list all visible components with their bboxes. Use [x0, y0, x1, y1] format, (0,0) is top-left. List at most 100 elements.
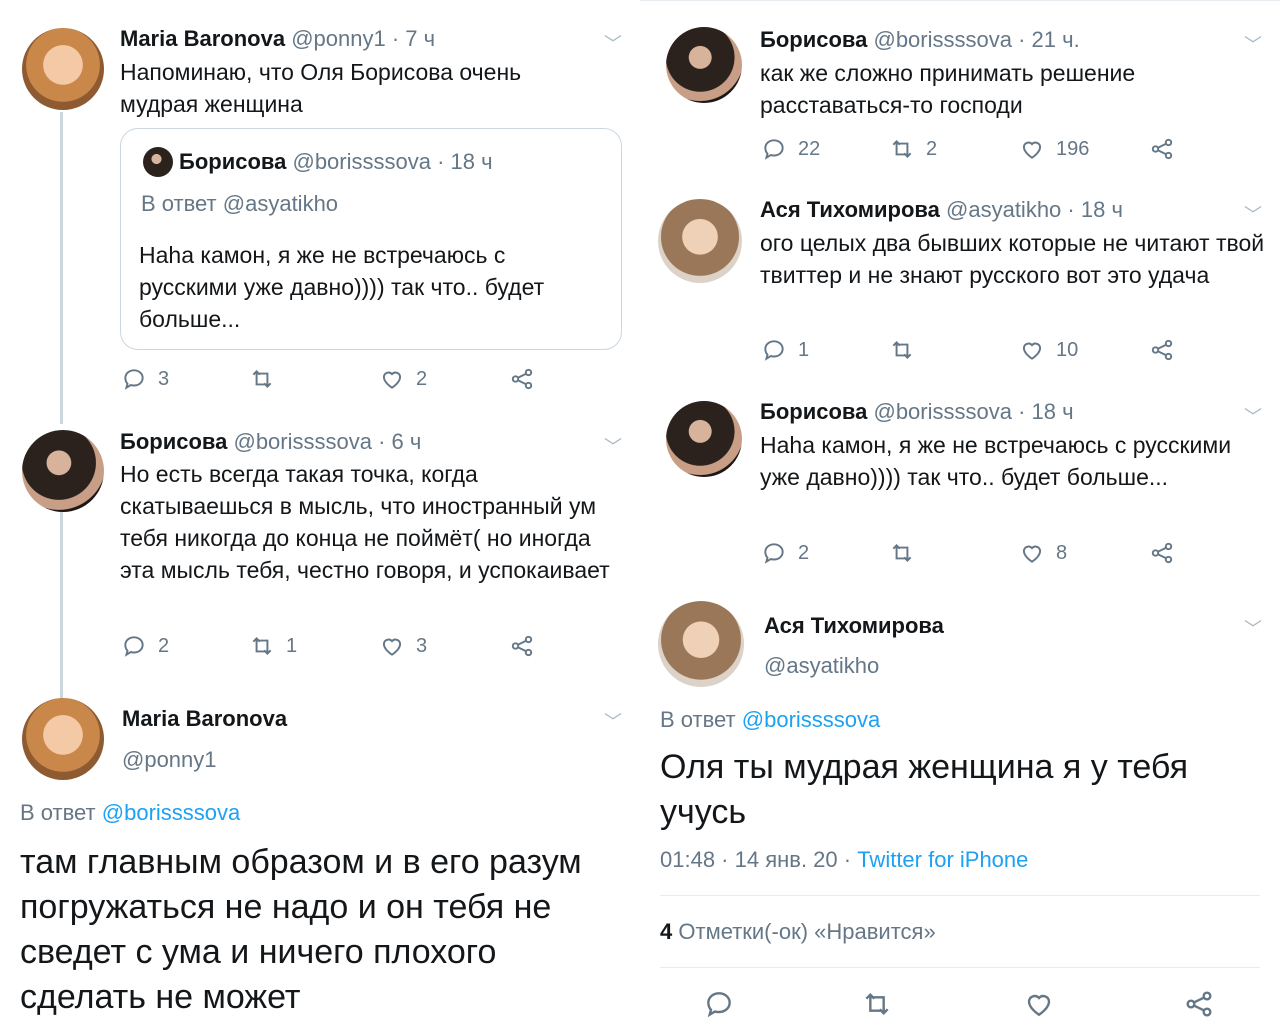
- reply-prefix: В ответ: [141, 191, 217, 216]
- reply-handle-link[interactable]: @borissssova: [742, 707, 881, 732]
- share-icon: [508, 632, 536, 660]
- chevron-down-icon[interactable]: ﹀: [604, 433, 622, 459]
- avatar[interactable]: [658, 601, 744, 687]
- reply-button[interactable]: 22: [760, 135, 820, 163]
- reply-button[interactable]: 2: [120, 632, 169, 660]
- right-screenshot: Борисова @borissssova · 21 ч. ﹀ как же с…: [640, 0, 1280, 1027]
- reply-count: 3: [158, 367, 170, 390]
- author-handle[interactable]: @asyatikho: [764, 653, 879, 679]
- tweet-text: ого целых два бывших которые не читают т…: [760, 230, 1265, 288]
- share-icon: [508, 365, 536, 393]
- retweet-icon: [888, 539, 916, 567]
- author-handle[interactable]: @borissssova: [873, 27, 1012, 52]
- tweet[interactable]: Борисова @borissssova · 18 ч ﹀ Haha камо…: [640, 391, 1280, 591]
- reply-button[interactable]: 1: [760, 336, 809, 364]
- chevron-down-icon[interactable]: ﹀: [604, 30, 622, 56]
- like-button[interactable]: 8: [1018, 539, 1067, 567]
- reply-button[interactable]: 3: [120, 365, 169, 393]
- reply-handle-link[interactable]: @borissssova: [102, 800, 241, 825]
- retweet-count: 1: [286, 634, 298, 657]
- like-button[interactable]: 10: [1018, 336, 1078, 364]
- quoted-tweet-header: Борисова @borissssova · 18 ч: [179, 149, 493, 175]
- like-button[interactable]: 2: [378, 365, 427, 393]
- retweet-button[interactable]: [248, 365, 286, 393]
- avatar[interactable]: [666, 27, 742, 103]
- avatar[interactable]: [658, 199, 742, 283]
- quoted-text: Haha камон, я же не встречаюсь с русским…: [139, 242, 545, 332]
- tweet-timestamp[interactable]: 01:48 · 14 янв. 20 ·: [660, 847, 851, 872]
- avatar[interactable]: [666, 401, 742, 477]
- tweet-text: как же сложно принимать решение расстава…: [760, 60, 1136, 118]
- tweet-header: Борисова @borissssova · 21 ч.: [760, 27, 1080, 53]
- share-button[interactable]: [1182, 987, 1216, 1021]
- share-button[interactable]: [1148, 539, 1176, 567]
- chevron-down-icon[interactable]: ﹀: [1244, 201, 1262, 227]
- retweet-icon: [860, 987, 894, 1021]
- share-button[interactable]: [508, 365, 536, 393]
- author-name[interactable]: Борисова: [120, 429, 227, 454]
- tweet[interactable]: Борисова @borissssova · 6 ч ﹀ Но есть вс…: [0, 420, 640, 690]
- tweet-time: · 18 ч: [437, 149, 493, 174]
- avatar[interactable]: [22, 28, 104, 110]
- tweet-text: Напоминаю, что Оля Борисова очень мудрая…: [120, 59, 522, 117]
- author-name[interactable]: Ася Тихомирова: [764, 613, 944, 639]
- chevron-down-icon[interactable]: ﹀: [1244, 31, 1262, 57]
- author-name[interactable]: Maria Baronova: [122, 706, 287, 732]
- tweet-text: там главным образом и в его разум погруж…: [20, 843, 582, 1016]
- author-handle[interactable]: @borissssova: [873, 399, 1012, 424]
- heart-icon: [1018, 336, 1046, 364]
- chevron-down-icon[interactable]: ﹀: [604, 708, 622, 734]
- author-name[interactable]: Ася Тихомирова: [760, 197, 940, 222]
- heart-icon: [378, 365, 406, 393]
- tweet[interactable]: Борисова @borissssova · 21 ч. ﹀ как же с…: [640, 1, 1280, 181]
- retweet-icon: [888, 336, 916, 364]
- retweet-button[interactable]: [888, 336, 926, 364]
- likes-summary[interactable]: 4 Отметки(-ок) «Нравится»: [660, 919, 936, 945]
- divider: [660, 895, 1260, 896]
- tweet-header: Maria Baronova @ponny1 · 7 ч: [120, 26, 435, 52]
- author-name[interactable]: Maria Baronova: [120, 26, 285, 51]
- focused-tweet: Maria Baronova @ponny1 ﹀ В ответ @boriss…: [0, 690, 640, 1026]
- chevron-down-icon[interactable]: ﹀: [1244, 615, 1262, 641]
- like-button[interactable]: 3: [378, 632, 427, 660]
- share-button[interactable]: [1148, 135, 1176, 163]
- like-button[interactable]: [1022, 987, 1056, 1021]
- author-name[interactable]: Борисова: [760, 399, 867, 424]
- share-icon: [1182, 987, 1216, 1021]
- author-handle[interactable]: @borissssova: [233, 429, 372, 454]
- tweet-text: Но есть всегда такая точка, когда скатыв…: [120, 461, 610, 583]
- heart-icon: [1018, 539, 1046, 567]
- author-handle[interactable]: @ponny1: [122, 747, 217, 773]
- reply-count: 2: [798, 541, 810, 564]
- left-screenshot: Maria Baronova @ponny1 · 7 ч ﹀ Напоминаю…: [0, 0, 640, 1026]
- share-button[interactable]: [508, 632, 536, 660]
- tweet-time: · 21 ч.: [1018, 27, 1080, 52]
- share-button[interactable]: [1148, 336, 1176, 364]
- author-handle[interactable]: @ponny1: [291, 26, 386, 51]
- retweet-icon: [248, 365, 276, 393]
- avatar[interactable]: [22, 430, 104, 512]
- retweet-button[interactable]: [860, 987, 894, 1021]
- quoted-tweet[interactable]: Борисова @borissssova · 18 ч В ответ @as…: [120, 128, 622, 350]
- retweet-button[interactable]: [888, 539, 926, 567]
- like-button[interactable]: 196: [1018, 135, 1089, 163]
- avatar[interactable]: [22, 698, 104, 780]
- reply-button[interactable]: 2: [760, 539, 809, 567]
- tweet-header: Борисова @borissssova · 18 ч: [760, 399, 1074, 425]
- reply-count: 1: [798, 338, 810, 361]
- author-name[interactable]: Борисова: [760, 27, 867, 52]
- action-bar: 22 2 196: [760, 135, 1200, 165]
- retweet-button[interactable]: 2: [888, 135, 937, 163]
- focused-tweet: Ася Тихомирова @asyatikho ﹀ В ответ @bor…: [640, 591, 1280, 1027]
- retweet-button[interactable]: 1: [248, 632, 297, 660]
- heart-icon: [1018, 135, 1046, 163]
- tweet[interactable]: Ася Тихомирова @asyatikho · 18 ч ﹀ ого ц…: [640, 181, 1280, 391]
- author-name: Борисова: [179, 149, 287, 174]
- tweet-source-link[interactable]: Twitter for iPhone: [857, 847, 1028, 872]
- heart-icon: [378, 632, 406, 660]
- author-handle[interactable]: @asyatikho: [946, 197, 1061, 222]
- chevron-down-icon[interactable]: ﹀: [1244, 403, 1262, 429]
- reply-button[interactable]: [702, 987, 736, 1021]
- avatar: [143, 147, 173, 177]
- tweet[interactable]: Maria Baronova @ponny1 · 7 ч ﹀ Напоминаю…: [0, 0, 640, 420]
